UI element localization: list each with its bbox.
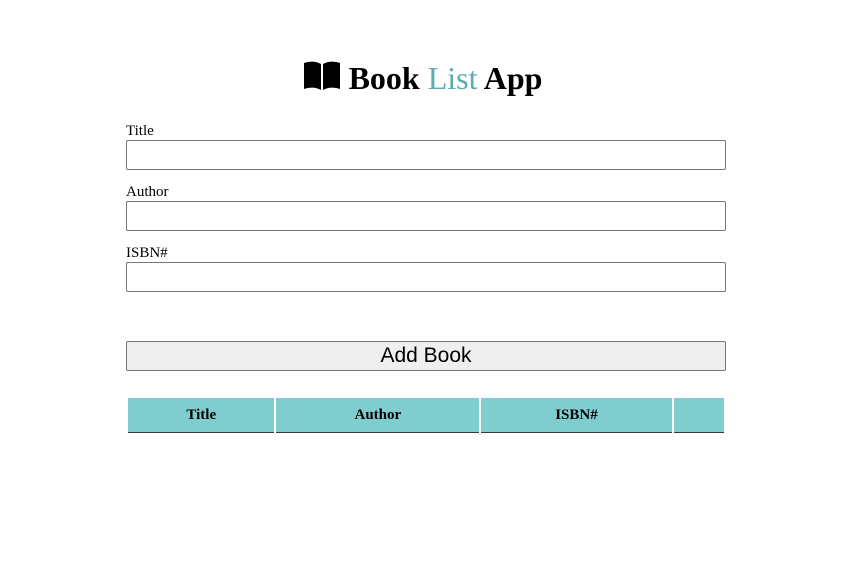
isbn-field-group: ISBN# [126,244,726,292]
book-table-head: Title Author ISBN# [128,398,724,433]
heading-text-book: Book [348,60,420,96]
author-field-group: Author [126,183,726,231]
heading-text-app: App [483,60,543,96]
author-input[interactable] [126,201,726,231]
title-input[interactable] [126,140,726,170]
column-header-author: Author [276,398,480,433]
book-form: Title Author ISBN# [126,122,726,305]
column-header-action [673,398,724,433]
isbn-input[interactable] [126,262,726,292]
book-table-header-row: Title Author ISBN# [128,398,724,433]
title-label: Title [126,123,154,139]
page: Book List App Title Author ISBN# Add Boo… [0,0,845,588]
heading-text-list: List [427,60,478,96]
book-table: Title Author ISBN# [126,396,726,435]
column-header-isbn: ISBN# [481,398,672,433]
title-field-group: Title [126,122,726,170]
column-header-title: Title [128,398,275,433]
app-heading: Book List App [0,58,845,98]
author-label: Author [126,184,169,200]
open-book-icon [303,61,340,90]
add-book-button[interactable]: Add Book [126,341,726,371]
isbn-label: ISBN# [126,245,168,261]
